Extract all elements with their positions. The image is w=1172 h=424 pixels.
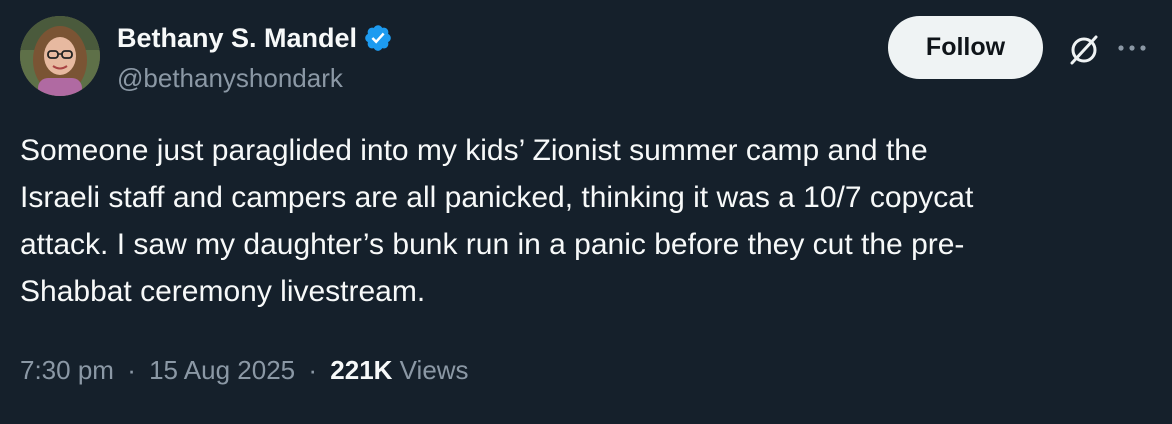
views-label: Views [399, 355, 469, 385]
tweet-text-line: Israeli staff and campers are all panick… [20, 181, 974, 214]
avatar[interactable] [20, 16, 100, 96]
tweet-text-line: Someone just paraglided into my kids’ Zi… [20, 134, 928, 167]
tweet-meta: 7:30 pm · 15 Aug 2025 · 221K Views [20, 352, 469, 388]
profile-photo-icon [20, 16, 100, 96]
tweet-text: Someone just paraglided into my kids’ Zi… [20, 127, 1160, 315]
follow-button[interactable]: Follow [888, 16, 1043, 79]
tweet-text-line: Shabbat ceremony livestream. [20, 275, 426, 308]
views-count: 221K [330, 355, 393, 385]
views-link[interactable]: 221K Views [330, 355, 468, 385]
author-name-row: Bethany S. Mandel [117, 20, 393, 56]
separator: · [127, 355, 136, 385]
author-handle[interactable]: @bethanyshondark [117, 60, 343, 96]
tweet-text-line: attack. I saw my daughter’s bunk run in … [20, 228, 965, 261]
grok-icon[interactable] [1064, 30, 1104, 70]
author-display-name[interactable]: Bethany S. Mandel [117, 20, 357, 56]
tweet-time: 7:30 pm [20, 355, 114, 385]
separator: · [308, 355, 318, 385]
tweet-date: 15 Aug 2025 [149, 355, 296, 385]
verified-badge-icon[interactable] [363, 23, 393, 53]
tweet-timestamp-link[interactable]: 7:30 pm · 15 Aug 2025 [20, 355, 302, 385]
more-dots-icon[interactable] [1115, 38, 1149, 58]
